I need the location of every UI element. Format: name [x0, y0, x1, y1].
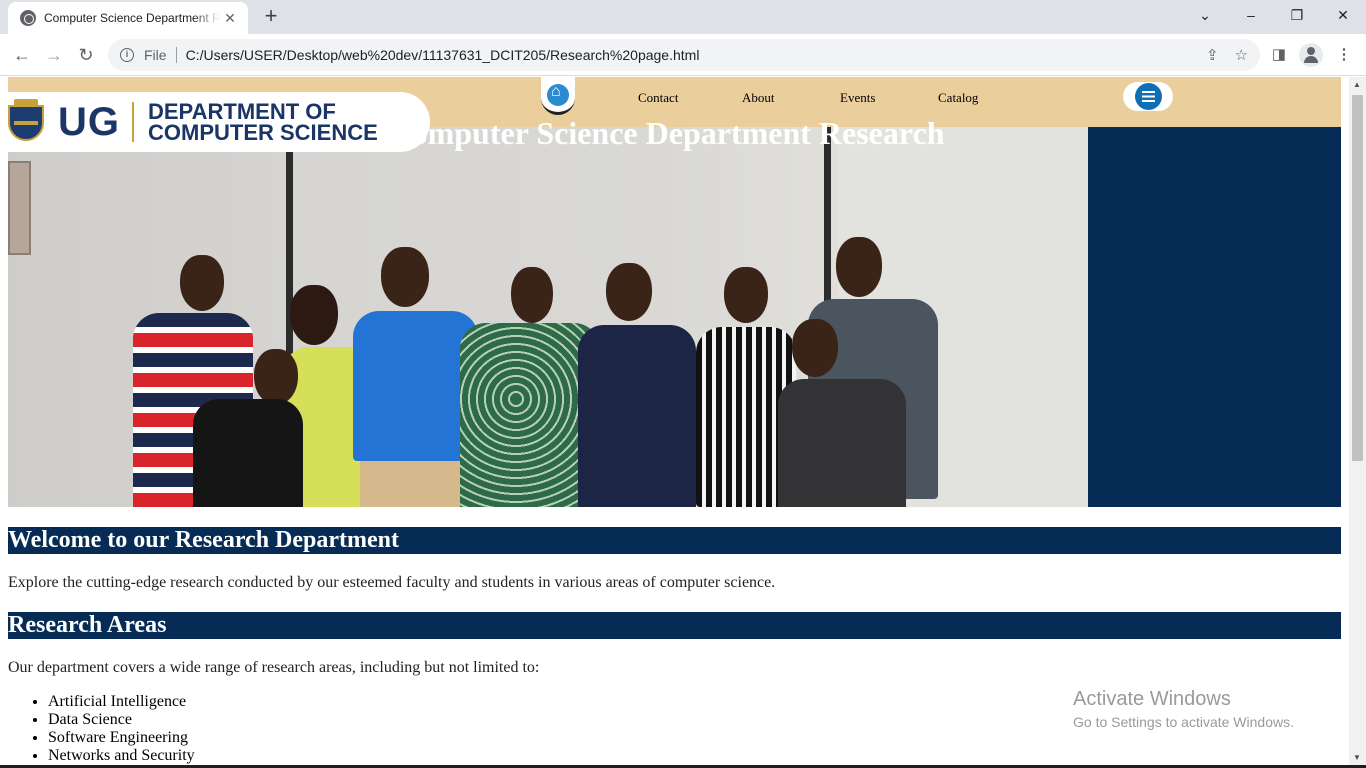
tab-title: Computer Science Department Research [44, 11, 220, 25]
arrow-left-icon[interactable]: ← [8, 42, 36, 70]
research-areas-heading: Research Areas [8, 612, 1341, 639]
welcome-text: Explore the cutting-edge research conduc… [8, 574, 776, 591]
nav-link-contact[interactable]: Contact [638, 90, 678, 106]
logo-divider [132, 102, 134, 142]
wall-picture [8, 161, 31, 255]
share-icon[interactable]: ⇪ [1206, 46, 1219, 64]
site-logo[interactable]: UG DEPARTMENT OF COMPUTER SCIENCE [0, 92, 430, 152]
list-item: Artificial Intelligence [48, 693, 195, 711]
address-bar[interactable]: i File C:/Users/USER/Desktop/web%20dev/1… [108, 39, 1260, 71]
logo-department-text: DEPARTMENT OF COMPUTER SCIENCE [148, 99, 378, 145]
list-item: Software Engineering [48, 729, 195, 747]
nav-link-about[interactable]: About [742, 90, 775, 106]
arrow-right-icon[interactable]: → [40, 42, 68, 70]
page-viewport: Contact About Events Catalog UG DEPARTME… [0, 77, 1349, 768]
new-tab-button[interactable]: + [258, 4, 284, 30]
browser-tab[interactable]: Computer Science Department Research ✕ [8, 2, 248, 34]
chevron-down-icon[interactable]: ⌄ [1182, 0, 1228, 32]
hero-side-panel [1088, 127, 1341, 507]
research-areas-intro: Our department covers a wide range of re… [8, 659, 540, 676]
globe-icon [20, 10, 36, 26]
list-item: Networks and Security [48, 747, 195, 765]
home-icon[interactable] [541, 77, 575, 115]
kebab-menu-icon[interactable]: ⋮ [1330, 42, 1358, 70]
list-menu-icon[interactable] [1123, 82, 1173, 111]
url-scheme-label: File [144, 47, 167, 63]
scroll-down-icon[interactable]: ▼ [1353, 753, 1361, 762]
reload-icon[interactable]: ↻ [72, 42, 100, 70]
scroll-up-icon[interactable]: ▲ [1353, 80, 1361, 89]
nav-link-catalog[interactable]: Catalog [938, 90, 978, 106]
star-icon[interactable]: ☆ [1235, 46, 1248, 64]
page-scrollbar[interactable]: ▲ ▼ [1349, 77, 1366, 768]
profile-icon[interactable] [1299, 43, 1323, 67]
hero-group-photo [8, 127, 1088, 507]
logo-ug-text: UG [58, 99, 120, 144]
close-icon[interactable]: ✕ [222, 10, 238, 27]
close-window-icon[interactable]: ✕ [1320, 0, 1366, 32]
info-icon[interactable]: i [120, 48, 134, 62]
side-panel-icon[interactable]: ◨ [1265, 42, 1293, 70]
list-item: Data Science [48, 711, 195, 729]
restore-icon[interactable]: ❐ [1274, 0, 1320, 32]
browser-toolbar: ← → ↻ i File C:/Users/USER/Desktop/web%2… [0, 34, 1366, 76]
activate-windows-watermark: Activate Windows Go to Settings to activ… [1073, 688, 1294, 730]
browser-tab-strip: Computer Science Department Research ✕ +… [0, 0, 1366, 34]
research-areas-list: Artificial Intelligence Data Science Sof… [48, 693, 195, 765]
nav-link-events[interactable]: Events [840, 90, 875, 106]
separator [175, 47, 177, 63]
welcome-heading: Welcome to our Research Department [8, 527, 1341, 554]
url-text[interactable]: C:/Users/USER/Desktop/web%20dev/11137631… [186, 47, 700, 63]
scrollbar-thumb[interactable] [1352, 95, 1363, 461]
minimize-icon[interactable]: – [1228, 0, 1274, 32]
ug-crest-logo [6, 99, 46, 145]
